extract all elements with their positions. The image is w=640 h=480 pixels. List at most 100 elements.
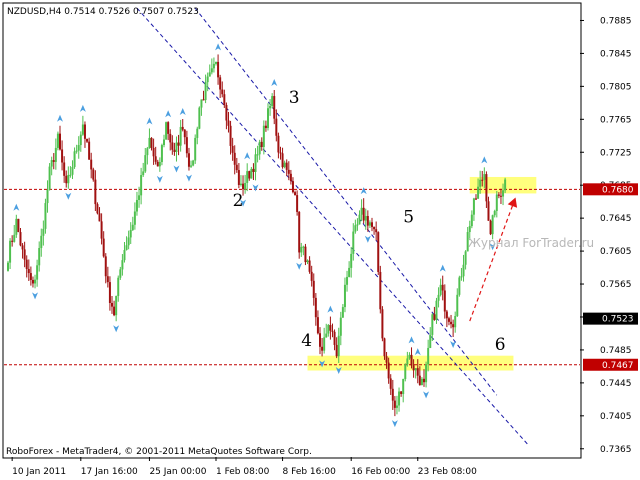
wave-label-6: 6 — [495, 335, 506, 355]
candle-body — [196, 128, 199, 138]
candle-body — [194, 137, 197, 161]
candle-body — [341, 307, 344, 318]
candle-body — [400, 391, 403, 395]
candle-body — [48, 166, 51, 190]
candle-body — [335, 344, 338, 357]
candle-body — [221, 89, 224, 95]
y-tick-label: 0.7405 — [600, 412, 632, 422]
x-tick-label: 1 Feb 08:00 — [216, 467, 270, 477]
candle-body — [298, 211, 301, 253]
candle-body — [437, 294, 440, 301]
candle-body — [300, 246, 303, 253]
candle-body — [192, 160, 195, 166]
candle-body — [296, 195, 299, 212]
candle-body — [21, 245, 24, 250]
candle-body — [385, 356, 388, 363]
candle-body — [495, 194, 498, 211]
candle-body — [169, 133, 172, 143]
candle-body — [154, 156, 157, 162]
candle-body — [456, 294, 459, 317]
candle-body — [119, 269, 122, 278]
candle-body — [185, 137, 188, 154]
candle-body — [219, 77, 222, 90]
candle-body — [354, 225, 357, 232]
candle-body — [54, 147, 57, 162]
candle-body — [9, 240, 12, 263]
candle-body — [144, 155, 147, 172]
candle-body — [117, 277, 120, 297]
candle-body — [67, 175, 70, 184]
candle-body — [217, 61, 220, 78]
candle-body — [406, 358, 409, 365]
candle-body — [346, 276, 349, 285]
candle-body — [63, 162, 66, 176]
candle-body — [319, 333, 321, 347]
y-tick-label: 0.7845 — [600, 49, 632, 59]
candle-body — [79, 134, 82, 146]
candle-body — [171, 142, 174, 150]
candle-body — [73, 151, 76, 168]
candle-body — [291, 181, 294, 193]
price-chart[interactable]: 2 3 4 5 6 NZDUSD,H4 0.7514 0.7526 0.7507 0.7… — [0, 0, 640, 480]
candle-body — [208, 72, 211, 77]
x-tick-label: 10 Jan 2011 — [12, 467, 66, 477]
candle-body — [260, 141, 263, 148]
candle-body — [497, 194, 500, 196]
candle-body — [445, 311, 448, 319]
candle-body — [323, 337, 326, 351]
candle-body — [165, 122, 168, 140]
candle-body — [156, 161, 159, 167]
candle-body — [408, 354, 411, 359]
candle-body — [304, 246, 307, 263]
candle-body — [52, 160, 55, 162]
candle-body — [350, 253, 353, 268]
candle-body — [215, 61, 217, 64]
candle-body — [475, 198, 477, 200]
candle-body — [262, 125, 265, 148]
candle-body — [129, 229, 132, 238]
candle-body — [50, 160, 53, 167]
candle-body — [92, 169, 95, 180]
candle-body — [325, 333, 328, 338]
candle-body — [225, 105, 228, 121]
candle-body — [452, 324, 455, 328]
candle-body — [331, 330, 334, 332]
candle-body — [227, 120, 230, 126]
candle-body — [389, 378, 392, 389]
candle-body — [412, 365, 415, 371]
candle-body — [212, 63, 215, 69]
candle-body — [106, 276, 109, 283]
candle-body — [431, 314, 434, 335]
candle-body — [111, 302, 113, 307]
candle-body — [468, 226, 471, 233]
y-tick-label: 0.7645 — [600, 214, 632, 224]
candle-body — [377, 232, 380, 272]
level-price-tag-label: 0.7467 — [602, 361, 634, 371]
candle-body — [77, 145, 80, 151]
candle-body — [125, 245, 128, 251]
y-tick-label: 0.7725 — [600, 148, 632, 158]
candle-body — [302, 246, 305, 248]
candle-body — [327, 325, 330, 334]
candle-body — [312, 280, 315, 298]
candle-body — [223, 94, 226, 106]
candle-body — [210, 68, 213, 73]
candle-body — [375, 229, 378, 233]
candle-body — [285, 162, 288, 170]
y-tick-label: 0.7365 — [600, 445, 632, 455]
candle-body — [481, 179, 484, 181]
candle-body — [472, 198, 475, 215]
candle-body — [308, 260, 311, 272]
candle-body — [393, 400, 396, 408]
candle-body — [56, 133, 59, 148]
candle-body — [279, 152, 282, 154]
candle-body — [86, 138, 89, 142]
current-price-tag-label: 0.7523 — [602, 315, 634, 325]
candle-body — [31, 279, 34, 284]
y-tick-label: 0.7805 — [600, 82, 632, 92]
x-tick-label: 23 Feb 08:00 — [418, 467, 477, 477]
candle-body — [108, 282, 111, 303]
candle-body — [454, 316, 457, 328]
candle-body — [477, 186, 480, 199]
y-tick-label: 0.7765 — [600, 115, 632, 125]
